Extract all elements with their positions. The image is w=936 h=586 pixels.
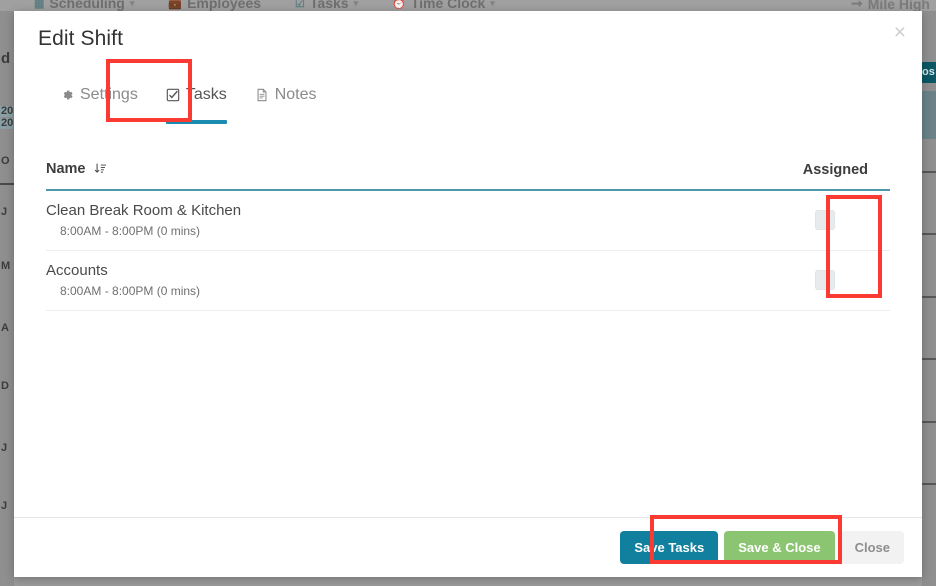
close-icon[interactable]: ×: [894, 22, 906, 43]
tab-label: Notes: [274, 86, 317, 103]
background-left-strip: d 20 20 O J M A D J J: [0, 11, 14, 586]
background-strip-fragment: J: [1, 500, 8, 512]
tab-label: Tasks: [185, 86, 227, 103]
table-row: Clean Break Room & Kitchen 8:00AM - 8:00…: [46, 190, 890, 251]
edit-shift-modal: Edit Shift × Settings Tasks Notes Name A…: [14, 11, 922, 577]
chevron-down-icon: ▾: [490, 0, 495, 8]
background-panel-fragment: [922, 91, 936, 139]
modal-tabs: Settings Tasks Notes: [14, 82, 922, 126]
briefcase-icon: 💼: [168, 0, 183, 10]
task-cell: Accounts 8:00AM - 8:00PM (0 mins): [46, 250, 760, 311]
background-right-strip: os: [922, 11, 936, 586]
gear-icon: [60, 88, 74, 102]
background-nav-item-time-clock[interactable]: ⏰ Time Clock ▾: [392, 0, 495, 11]
tab-label: Settings: [80, 86, 138, 103]
background-nav-item-employees[interactable]: 💼 Employees: [168, 0, 261, 11]
background-nav-item-scheduling[interactable]: ▦ Scheduling ▾: [34, 0, 134, 11]
assigned-cell: [760, 190, 890, 251]
task-name: Accounts: [46, 261, 108, 279]
clock-icon: ⏰: [392, 0, 406, 10]
tasks-table: Name Assigned Clean Break Room & Kitchen…: [46, 161, 890, 311]
tasks-table-container: Name Assigned Clean Break Room & Kitchen…: [14, 161, 922, 311]
task-cell: Clean Break Room & Kitchen 8:00AM - 8:00…: [46, 190, 760, 251]
tasks-table-body: Clean Break Room & Kitchen 8:00AM - 8:00…: [46, 190, 890, 311]
page-title: Edit Shift: [38, 27, 124, 50]
table-row: Accounts 8:00AM - 8:00PM (0 mins): [46, 250, 890, 311]
check-square-icon: [166, 88, 180, 102]
background-strip-rule: [922, 358, 936, 360]
document-icon: [255, 88, 269, 102]
close-button[interactable]: Close: [840, 531, 904, 564]
background-navbar-left: ▦ Scheduling ▾ 💼 Employees ☑ Tasks ▾ ⏰ T…: [0, 0, 495, 11]
column-header-assigned-label: Assigned: [802, 162, 868, 178]
tasks-table-head: Name Assigned: [46, 161, 890, 191]
task-time: 8:00AM - 8:00PM (0 mins): [60, 283, 201, 298]
modal-header: Edit Shift ×: [14, 11, 922, 67]
background-strip-fragment: J: [1, 442, 8, 454]
sort-amount-down-icon[interactable]: [94, 162, 107, 179]
background-nav-label: Time Clock: [410, 0, 486, 11]
background-strip-rule: [922, 483, 936, 485]
chevron-down-icon: ▾: [129, 0, 135, 8]
background-strip-fragment: A: [1, 322, 9, 334]
background-navbar: ▦ Scheduling ▾ 💼 Employees ☑ Tasks ▾ ⏰ T…: [0, 0, 936, 11]
background-strip-fragment: O: [1, 155, 10, 167]
column-header-assigned: Assigned: [760, 161, 890, 191]
background-strip-fragment: 20: [0, 105, 14, 117]
tab-notes[interactable]: Notes: [241, 82, 331, 108]
background-strip-rule: [0, 183, 14, 185]
background-strip-rule: [922, 296, 936, 298]
background-nav-item-tasks[interactable]: ☑ Tasks ▾: [295, 0, 358, 11]
chevron-down-icon: ▾: [353, 0, 359, 8]
modal-footer: Save Tasks Save & Close Close: [14, 517, 922, 577]
background-strip-fragment: J: [1, 206, 8, 218]
arrow-icon: ➞: [851, 0, 863, 11]
tasks-table-header-row: Name Assigned: [46, 161, 890, 191]
background-nav-account-label: Mile High: [867, 0, 930, 11]
background-nav-label: Tasks: [309, 0, 349, 11]
background-nav-label: Employees: [187, 0, 262, 11]
background-close-button-fragment[interactable]: os: [922, 62, 936, 83]
background-strip-rule: [922, 171, 936, 173]
background-strip-fragment: D: [1, 380, 9, 392]
tab-settings[interactable]: Settings: [46, 82, 152, 108]
column-header-name-label: Name: [46, 161, 86, 177]
background-strip-rule: [922, 421, 936, 423]
column-header-name[interactable]: Name: [46, 161, 760, 191]
assigned-checkbox[interactable]: [815, 209, 835, 230]
background-nav-label: Scheduling: [49, 0, 125, 11]
save-and-close-button[interactable]: Save & Close: [724, 531, 835, 564]
save-tasks-button[interactable]: Save Tasks: [620, 531, 719, 564]
calendar-icon: ▦: [34, 0, 45, 10]
task-name: Clean Break Room & Kitchen: [46, 202, 242, 219]
tab-active-underline: [165, 120, 227, 124]
tab-tasks[interactable]: Tasks: [152, 82, 241, 124]
background-strip-fragment: M: [1, 260, 11, 272]
background-nav-account[interactable]: ➞ Mile High: [851, 0, 930, 11]
background-strip-fragment: 20: [0, 117, 14, 129]
background-strip-rule: [922, 233, 936, 235]
assigned-checkbox[interactable]: [815, 269, 835, 290]
task-time: 8:00AM - 8:00PM (0 mins): [60, 223, 201, 238]
check-circle-icon: ☑: [295, 0, 305, 10]
page-backdrop: ▦ Scheduling ▾ 💼 Employees ☑ Tasks ▾ ⏰ T…: [0, 0, 936, 586]
background-strip-fragment: d: [1, 50, 11, 67]
assigned-cell: [760, 250, 890, 311]
